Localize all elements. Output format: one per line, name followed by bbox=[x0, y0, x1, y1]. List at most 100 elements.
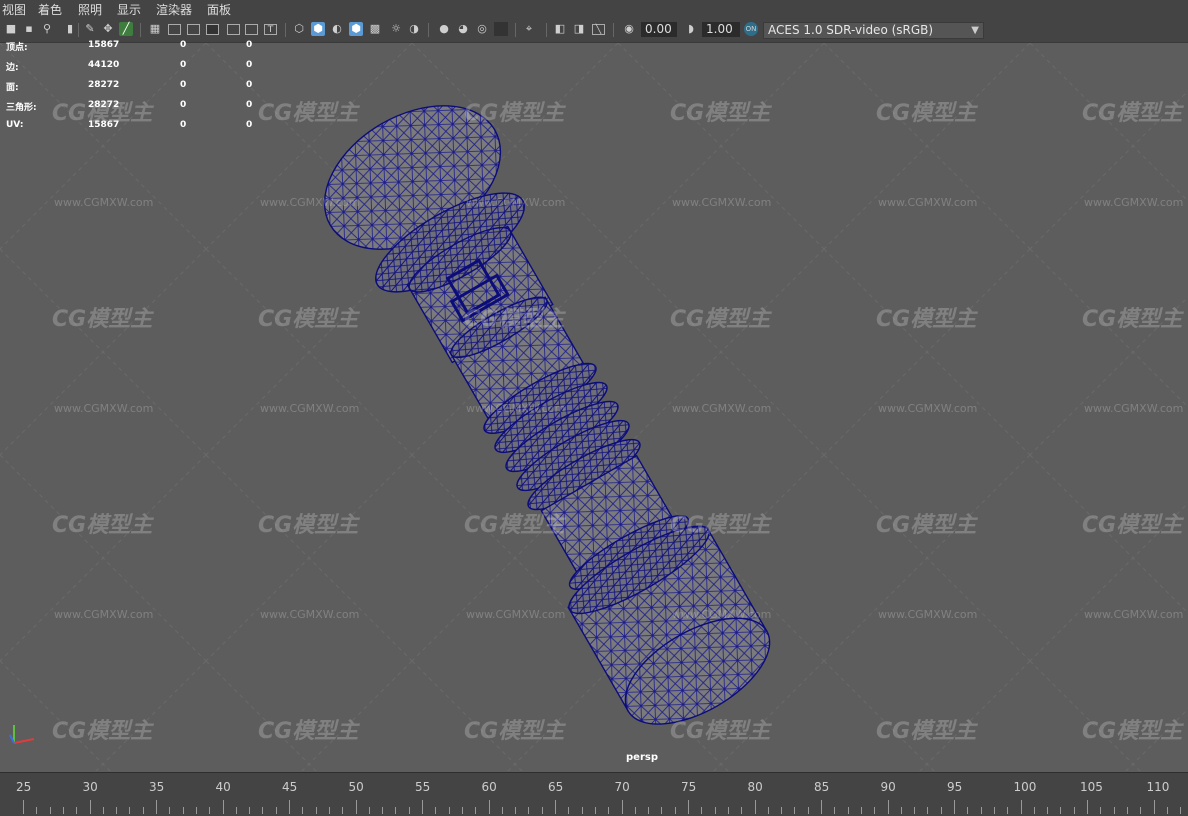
wireframe-icon[interactable]: ⬡ bbox=[292, 22, 306, 36]
timeline-tick bbox=[461, 807, 463, 814]
chevron-down-icon: ▼ bbox=[971, 25, 979, 36]
separator bbox=[515, 23, 516, 37]
timeline-tick bbox=[488, 800, 490, 814]
menu-lighting[interactable]: 照明 bbox=[78, 1, 102, 18]
hud-count: 44120 bbox=[88, 60, 120, 70]
gamma-icon[interactable]: ◗ bbox=[684, 22, 698, 36]
timeline-tick bbox=[249, 807, 251, 814]
hud-label: 面: bbox=[6, 83, 19, 93]
watermark-logo: CG模型主 bbox=[464, 101, 565, 126]
timeline-tick bbox=[688, 800, 689, 814]
timeline-tick bbox=[541, 807, 543, 814]
color-space-value: ACES 1.0 SDR-video (sRGB) bbox=[768, 23, 934, 37]
image-plane-icon[interactable]: ▮ bbox=[63, 22, 77, 36]
anti-aliasing-icon[interactable]: ◎ bbox=[475, 22, 489, 36]
camera-label: persp bbox=[626, 752, 658, 763]
grid-icon[interactable]: ▦ bbox=[148, 22, 162, 36]
timeline-tick bbox=[102, 807, 104, 814]
film-gate-icon[interactable] bbox=[168, 24, 181, 35]
wireframe-on-shaded-icon[interactable]: ⬢ bbox=[349, 22, 363, 36]
timeline-tick-label: 95 bbox=[947, 780, 963, 794]
menu-show[interactable]: 显示 bbox=[117, 1, 141, 18]
viewport-persp[interactable]: CG模型主 CG模型主 CG模型主 CG模型主 CG模型主 CG模型主 CG模型主 CG模型主… bbox=[0, 43, 1188, 771]
2d-pan-icon[interactable]: ╱ bbox=[119, 22, 133, 36]
lights-icon[interactable]: ☼ bbox=[389, 22, 403, 36]
motion-blur-icon[interactable]: ◕ bbox=[456, 22, 470, 36]
hud-count: 28272 bbox=[88, 80, 120, 90]
timeline-tick bbox=[980, 807, 982, 814]
timeline-tick bbox=[993, 807, 995, 814]
menu-shading[interactable]: 着色 bbox=[38, 1, 62, 18]
exposure-field[interactable]: 0.00 bbox=[641, 22, 677, 37]
timeline-tick-label: 105 bbox=[1080, 780, 1103, 794]
watermark-url: www.CGMXW.com bbox=[260, 402, 360, 415]
watermark-url: www.CGMXW.com bbox=[672, 402, 772, 415]
camera-icon[interactable]: ■ bbox=[4, 22, 18, 36]
timeline-tick bbox=[235, 807, 237, 814]
camera-attributes-icon[interactable]: ▪ bbox=[22, 22, 36, 36]
resolution-gate-icon[interactable] bbox=[187, 24, 200, 35]
safe-action-icon[interactable] bbox=[245, 24, 258, 35]
watermark-url: www.CGMXW.com bbox=[1084, 196, 1184, 209]
timeline-tick-label: 30 bbox=[82, 780, 98, 794]
menu-view[interactable]: 视图 bbox=[2, 1, 26, 18]
xray-icon[interactable]: ▩ bbox=[368, 22, 382, 36]
watermark-url: www.CGMXW.com bbox=[878, 196, 978, 209]
isolate-select-icon[interactable]: ⌖ bbox=[522, 22, 536, 36]
menu-panels[interactable]: 面板 bbox=[207, 1, 231, 18]
exposure-icon[interactable]: ◉ bbox=[622, 22, 636, 36]
timeline-tick bbox=[195, 807, 197, 814]
view-transform-icon[interactable]: ON bbox=[744, 22, 758, 36]
timeline-tick bbox=[608, 807, 610, 814]
bookmark-icon[interactable]: ⚲ bbox=[40, 22, 54, 36]
timeline-tick bbox=[1153, 800, 1155, 814]
timeline-tick bbox=[408, 807, 410, 814]
gamma-field[interactable]: 1.00 bbox=[702, 22, 740, 37]
timeline-tick bbox=[275, 807, 277, 814]
pan-zoom-icon[interactable]: ✥ bbox=[101, 22, 115, 36]
field-chart-icon[interactable] bbox=[227, 24, 240, 35]
watermark-logo: CG模型主 bbox=[876, 513, 977, 538]
timeline-tick bbox=[940, 807, 942, 814]
timeline-tick bbox=[860, 807, 862, 814]
xray-active-icon[interactable]: ◨ bbox=[572, 22, 586, 36]
timeline-tick bbox=[448, 807, 450, 814]
timeline-tick bbox=[821, 800, 822, 814]
timeline-tick bbox=[23, 800, 24, 814]
time-slider[interactable]: 25 30 35 40 45 50 55 60 65 70 75 80 85 90 95 100 105 110 bbox=[0, 772, 1188, 816]
timeline-tick bbox=[528, 807, 530, 814]
watermark-logo: CG模型主 bbox=[464, 307, 565, 332]
timeline-tick bbox=[182, 807, 184, 814]
gate-mask-icon[interactable] bbox=[206, 24, 219, 35]
timeline-tick-label: 85 bbox=[814, 780, 830, 794]
timeline-tick bbox=[289, 800, 290, 814]
timeline-tick bbox=[355, 800, 357, 814]
smooth-shade-icon[interactable]: ⬢ bbox=[311, 22, 325, 36]
color-space-dropdown[interactable]: ACES 1.0 SDR-video (sRGB) ▼ bbox=[763, 22, 984, 39]
timeline-tick bbox=[834, 807, 836, 814]
timeline-tick bbox=[727, 807, 729, 814]
watermark-logo: CG模型主 bbox=[1082, 719, 1183, 744]
separator bbox=[140, 23, 141, 37]
watermark-logo: CG模型主 bbox=[52, 307, 153, 332]
timeline-tick bbox=[701, 807, 703, 814]
ambient-occlusion-icon[interactable]: ● bbox=[437, 22, 451, 36]
timeline-tick bbox=[1140, 807, 1142, 814]
timeline-tick-label: 75 bbox=[681, 780, 697, 794]
timeline-tick bbox=[422, 800, 423, 814]
timeline-tick bbox=[594, 807, 596, 814]
depth-of-field-icon[interactable] bbox=[494, 22, 508, 36]
grease-pencil-icon[interactable]: ✎ bbox=[83, 22, 97, 36]
xray-joints-icon[interactable]: ◧ bbox=[553, 22, 567, 36]
menu-renderer[interactable]: 渲染器 bbox=[156, 1, 192, 18]
default-material-icon[interactable]: ◐ bbox=[330, 22, 344, 36]
viewport-canvas bbox=[0, 43, 1188, 771]
shadows-icon[interactable]: ◑ bbox=[407, 22, 421, 36]
panel-toolbar: ■ ▪ ⚲ ▮ ✎ ✥ ╱ ▦ T ⬡ ⬢ ◐ ⬢ ▩ ☼ ◑ ● ◕ ◎ ⌖ … bbox=[0, 18, 1188, 43]
hud-comp: 0 bbox=[246, 100, 253, 110]
backface-culling-icon[interactable]: ╲ bbox=[592, 24, 605, 35]
timeline-tick-label: 40 bbox=[215, 780, 231, 794]
timeline-tick-label: 80 bbox=[747, 780, 763, 794]
safe-title-icon[interactable]: T bbox=[264, 24, 277, 35]
timeline-tick bbox=[156, 800, 157, 814]
